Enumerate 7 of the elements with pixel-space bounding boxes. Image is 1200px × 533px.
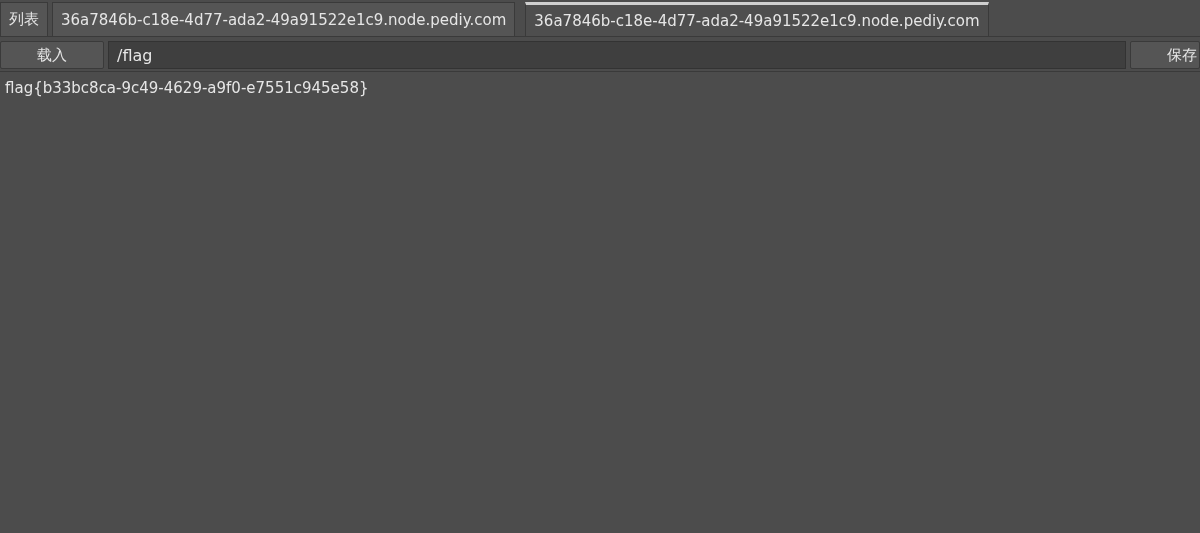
tab[interactable]: 36a7846b-c18e-4d77-ada2-49a91522e1c9.node.pediy.com bbox=[525, 2, 989, 36]
file-content-text: flag{b33bc8ca-9c49-4629-a9f0-e7551c945e58} bbox=[5, 79, 369, 97]
load-button[interactable]: 载入 bbox=[0, 41, 104, 69]
save-button[interactable]: 保存 bbox=[1130, 41, 1200, 69]
tab[interactable]: 列表 bbox=[0, 2, 48, 36]
path-field[interactable]: /flag bbox=[108, 41, 1126, 69]
tab[interactable]: 36a7846b-c18e-4d77-ada2-49a91522e1c9.node.pediy.com bbox=[52, 2, 516, 36]
